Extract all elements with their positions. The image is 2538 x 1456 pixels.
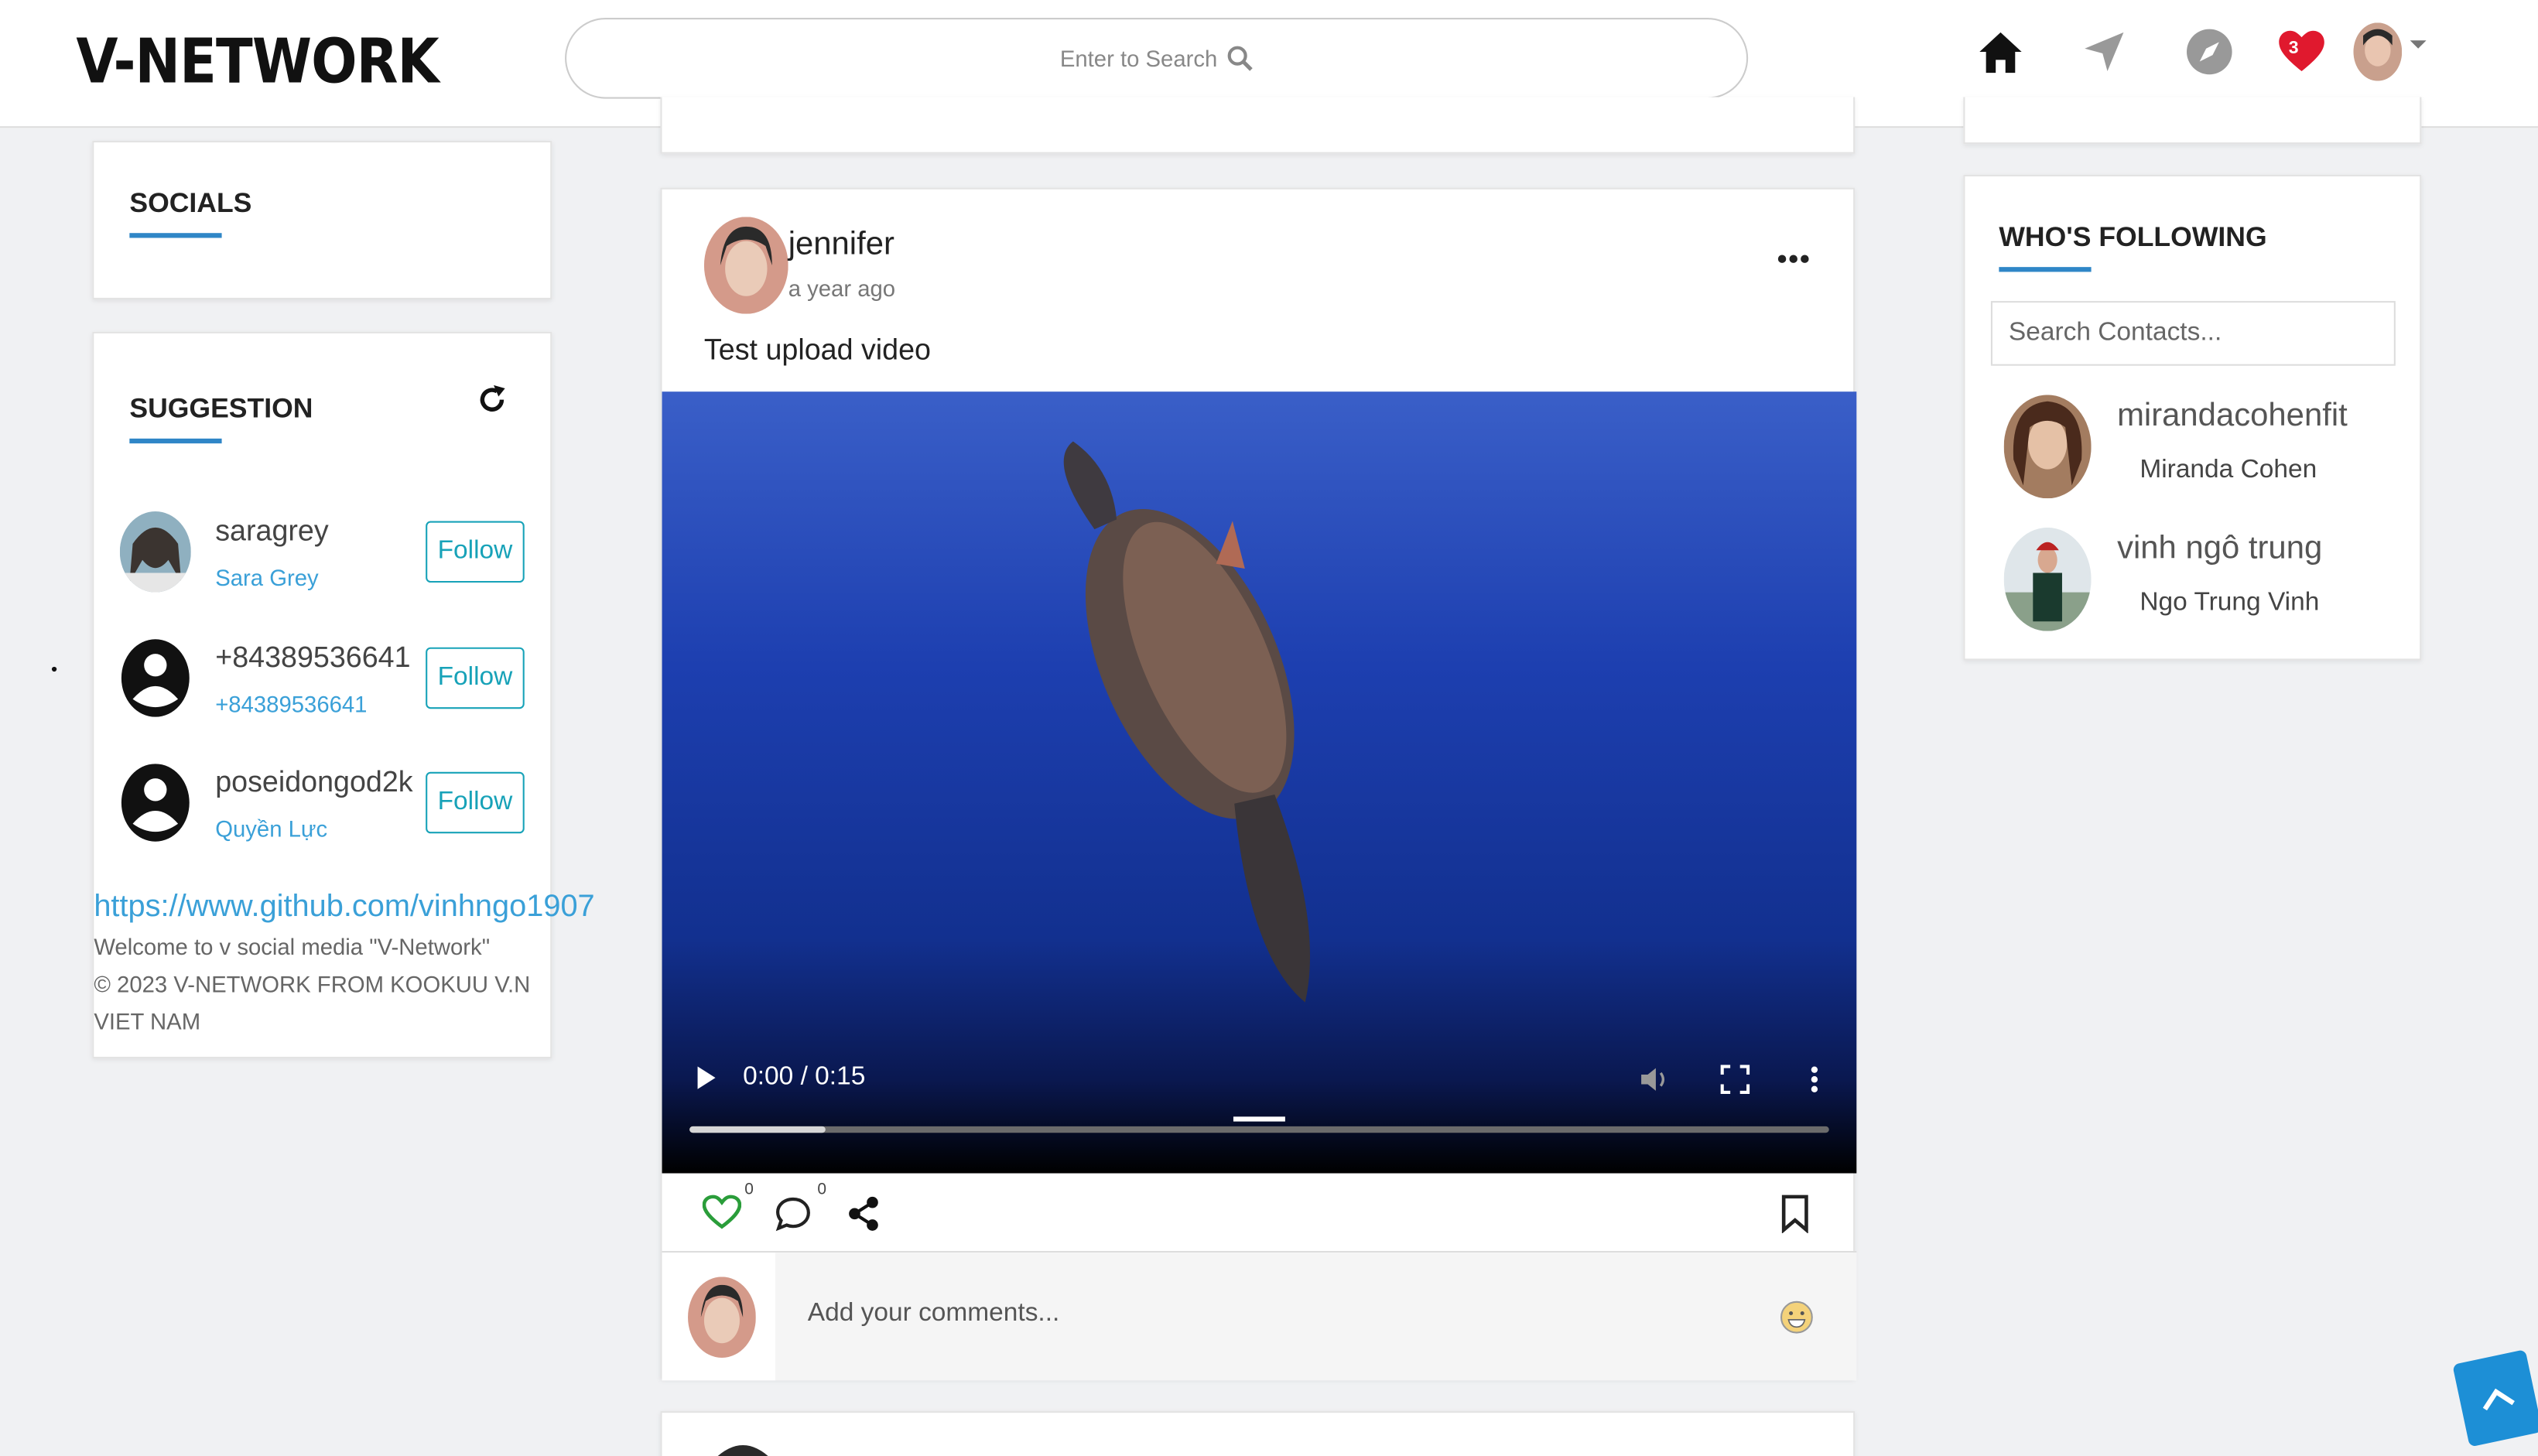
avatar: [2003, 527, 2092, 631]
suggestion-display-name: +84389536641: [215, 691, 368, 717]
video-progress-fill: [689, 1126, 826, 1133]
following-item[interactable]: mirandacohenfit Miranda Cohen: [2003, 395, 2393, 508]
more-options-icon[interactable]: [1777, 254, 1810, 264]
fullscreen-icon[interactable]: [1720, 1065, 1750, 1095]
comment-icon[interactable]: [775, 1196, 811, 1232]
home-icon[interactable]: [1972, 22, 2030, 80]
suggestion-item: poseidongod2k Quyền Lực Follow: [120, 762, 525, 860]
follow-button[interactable]: Follow: [426, 771, 525, 834]
user-menu[interactable]: [2350, 22, 2431, 81]
video-handle: [1233, 1116, 1285, 1122]
emoji-icon[interactable]: [1779, 1300, 1815, 1335]
suggestion-item: +84389536641 +84389536641 Follow: [120, 637, 525, 735]
following-item[interactable]: vinh ngô trung Ngo Trung Vinh: [2003, 527, 2393, 641]
post-video[interactable]: 0:00 / 0:15: [662, 391, 1857, 1174]
suggestion-display-name: Sara Grey: [215, 565, 319, 591]
following-display-name: Ngo Trung Vinh: [2140, 589, 2320, 617]
like-count: 0: [744, 1181, 754, 1200]
github-link[interactable]: https://www.github.com/vinhngo1907: [94, 890, 594, 925]
notifications-heart-icon[interactable]: 3: [2273, 22, 2331, 80]
post-author[interactable]: jennifer: [788, 227, 894, 264]
search-bar[interactable]: Enter to Search: [565, 18, 1749, 99]
post-card: jennifer a year ago Test upload video 0:…: [660, 187, 1857, 1381]
welcome-text: Welcome to v social media "V-Network": [94, 933, 491, 960]
current-user-avatar: [688, 1277, 756, 1359]
video-time: 0:00 / 0:15: [743, 1063, 866, 1091]
search-icon: [1227, 46, 1254, 71]
search-contacts-input[interactable]: Search Contacts...: [1990, 301, 2396, 366]
like-icon[interactable]: [702, 1195, 742, 1230]
title-underline: [129, 233, 222, 238]
post-author-avatar[interactable]: [703, 217, 788, 314]
title-underline: [1999, 267, 2092, 272]
next-post: [660, 1411, 1856, 1456]
following-title: WHO'S FOLLOWING: [1999, 221, 2267, 253]
suggestion-display-name: Quyền Lực: [215, 815, 328, 842]
bookmark-icon[interactable]: [1780, 1195, 1810, 1233]
following-display-name: Miranda Cohen: [2140, 456, 2317, 484]
default-avatar-icon[interactable]: [120, 637, 191, 719]
turtle-video-frame: [1063, 441, 1310, 1003]
suggestion-username[interactable]: +84389536641: [215, 641, 410, 675]
dot-marker: [51, 666, 57, 672]
video-progress-track[interactable]: [689, 1126, 1829, 1133]
socials-title: SOCIALS: [129, 187, 252, 219]
search-contacts-placeholder: Search Contacts...: [2008, 319, 2222, 347]
post-time: a year ago: [788, 275, 896, 302]
comment-input[interactable]: Add your comments...: [808, 1300, 1060, 1329]
video-options-icon[interactable]: [1810, 1065, 1820, 1094]
volume-icon[interactable]: [1638, 1065, 1671, 1094]
suggestion-card: SUGGESTION saragrey Sara Grey Follow +84…: [92, 331, 595, 1059]
comment-input-row: Add your comments...: [662, 1253, 1857, 1381]
next-post-avatar: [717, 1444, 768, 1456]
copyright-text: © 2023 V-NETWORK FROM KOOKUU V.N VIET NA…: [94, 971, 531, 1034]
avatar: [2003, 395, 2092, 499]
post-caption: Test upload video: [703, 333, 932, 366]
send-icon[interactable]: [2075, 22, 2133, 80]
chevron-up-icon: [2482, 1388, 2515, 1411]
compass-icon[interactable]: [2181, 22, 2239, 80]
play-icon[interactable]: [694, 1065, 717, 1090]
notification-badge: 3: [2288, 39, 2299, 59]
suggestion-item: saragrey Sara Grey Follow: [119, 511, 525, 609]
default-avatar-icon[interactable]: [120, 762, 191, 843]
page: V-NETWORK Enter to Search 3 SOCIALS SUGG…: [0, 0, 2538, 1456]
follow-button[interactable]: Follow: [426, 647, 525, 709]
follow-button[interactable]: Follow: [426, 521, 525, 583]
previous-post: [660, 97, 1856, 154]
avatar[interactable]: [119, 511, 191, 593]
following-username[interactable]: vinh ngô trung: [2117, 531, 2322, 568]
refresh-icon[interactable]: [476, 384, 508, 416]
site-logo[interactable]: V-NETWORK: [76, 26, 439, 97]
title-underline: [129, 438, 222, 444]
chevron-down-icon: [2410, 40, 2427, 49]
suggestion-title: SUGGESTION: [129, 393, 313, 425]
following-username[interactable]: mirandacohenfit: [2117, 398, 2348, 436]
right-previous-card: [1963, 97, 2422, 145]
suggestion-username[interactable]: poseidongod2k: [215, 765, 412, 799]
following-card: WHO'S FOLLOWING Search Contacts... miran…: [1963, 174, 2422, 661]
user-avatar: [2353, 22, 2403, 81]
socials-card: SOCIALS: [92, 140, 552, 299]
share-icon[interactable]: [848, 1196, 881, 1232]
suggestion-username[interactable]: saragrey: [215, 514, 328, 549]
search-placeholder: Enter to Search: [1059, 45, 1218, 72]
scroll-to-top-button[interactable]: [2452, 1349, 2538, 1447]
comment-count: 0: [817, 1181, 826, 1200]
post-actions: 0 0: [662, 1174, 1857, 1253]
